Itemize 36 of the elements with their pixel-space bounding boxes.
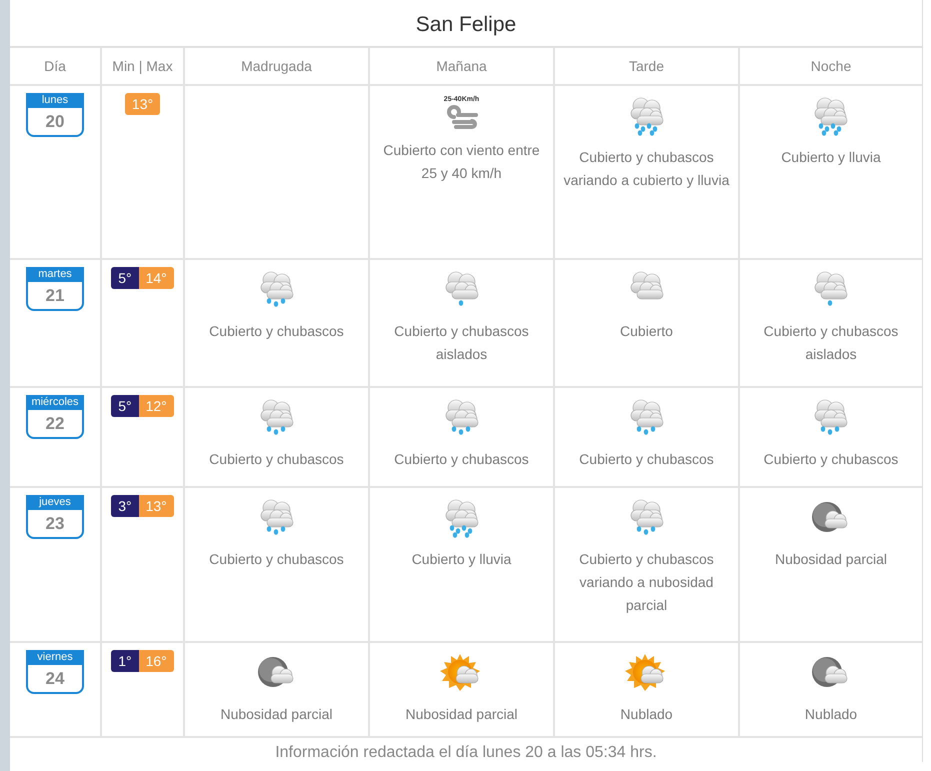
min-temperature: 5°: [111, 267, 139, 289]
update-note: Información redactada el día lunes 20 a las 05:34 hrs.: [274, 743, 658, 762]
min-temperature: 5°: [111, 395, 139, 417]
forecast-text: Nubosidad parcial: [774, 550, 888, 569]
forecast-text: Cubierto y chubascos: [579, 450, 714, 469]
forecast-text: Nubosidad parcial: [405, 705, 518, 724]
forecast-text: Cubierto y chubascos: [209, 550, 344, 569]
forecast-text: Nubosidad parcial: [220, 705, 333, 724]
max-temperature: 14°: [138, 267, 174, 289]
forecast-text: Cubierto y chubascos variando a cubierto y lluvia: [563, 148, 730, 190]
column-header: Tarde: [555, 48, 740, 86]
column-header: Madrugada: [185, 48, 370, 86]
forecast-text: Cubierto y chubascos: [394, 450, 529, 469]
min-temperature: 1°: [111, 650, 139, 672]
forecast-text: Cubierto y lluvia: [412, 550, 512, 569]
min-temperature: 3°: [111, 495, 139, 517]
forecast-text: Nublado: [620, 705, 673, 724]
column-header: Día: [10, 48, 102, 86]
forecast-text: Cubierto y chubascos: [209, 450, 344, 469]
max-temperature: 13°: [124, 93, 160, 115]
forecast-text: Cubierto y lluvia: [781, 148, 881, 167]
forecast-text: Cubierto y chubascos aislados: [762, 322, 900, 364]
column-header: Noche: [740, 48, 922, 86]
forecast-text: Cubierto y chubascos: [764, 450, 898, 469]
max-temperature: 13°: [138, 495, 174, 517]
forecast-text: Cubierto con viento entre 25 y 40 km/h: [382, 141, 541, 183]
forecast-text: Nublado: [804, 705, 858, 724]
forecast-text: Cubierto y chubascos variando a nubosidad parcial: [578, 550, 715, 615]
forecast-text: Cubierto: [620, 322, 673, 341]
column-header: Min | Max: [102, 48, 185, 86]
column-header: Mañana: [370, 48, 555, 86]
location-title: San Felipe: [10, 0, 922, 48]
forecast-text: Cubierto y chubascos: [209, 322, 344, 341]
forecast-text: Cubierto y chubascos aislados: [393, 322, 530, 364]
max-temperature: 12°: [138, 395, 174, 417]
max-temperature: 16°: [138, 650, 174, 672]
